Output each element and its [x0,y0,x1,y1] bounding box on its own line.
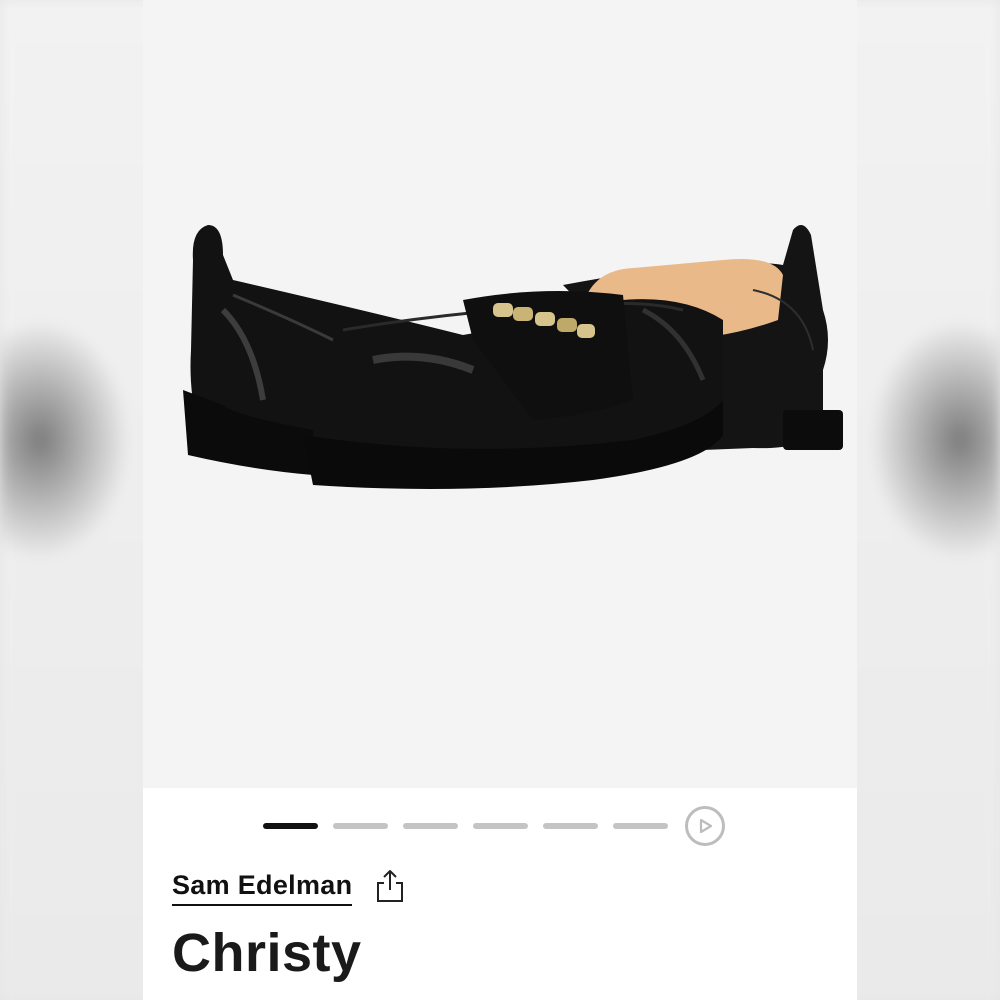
play-video-button[interactable] [685,806,725,846]
brand-row: Sam Edelman [172,870,406,910]
product-page: Sam Edelman Christy [143,0,857,1000]
gallery-pagination [263,806,743,846]
play-icon [699,818,713,834]
gallery-indicator-3[interactable] [403,823,458,829]
product-image-gallery[interactable] [143,0,857,788]
product-image-loafers [183,225,843,489]
gallery-indicator-5[interactable] [543,823,598,829]
gallery-indicator-2[interactable] [333,823,388,829]
loafer-front [183,225,723,489]
brand-link[interactable]: Sam Edelman [172,870,353,906]
gallery-indicator-6[interactable] [613,823,668,829]
gallery-indicator-1[interactable] [263,823,318,829]
product-title: Christy [172,923,362,983]
share-icon[interactable] [374,868,406,904]
gallery-indicator-4[interactable] [473,823,528,829]
